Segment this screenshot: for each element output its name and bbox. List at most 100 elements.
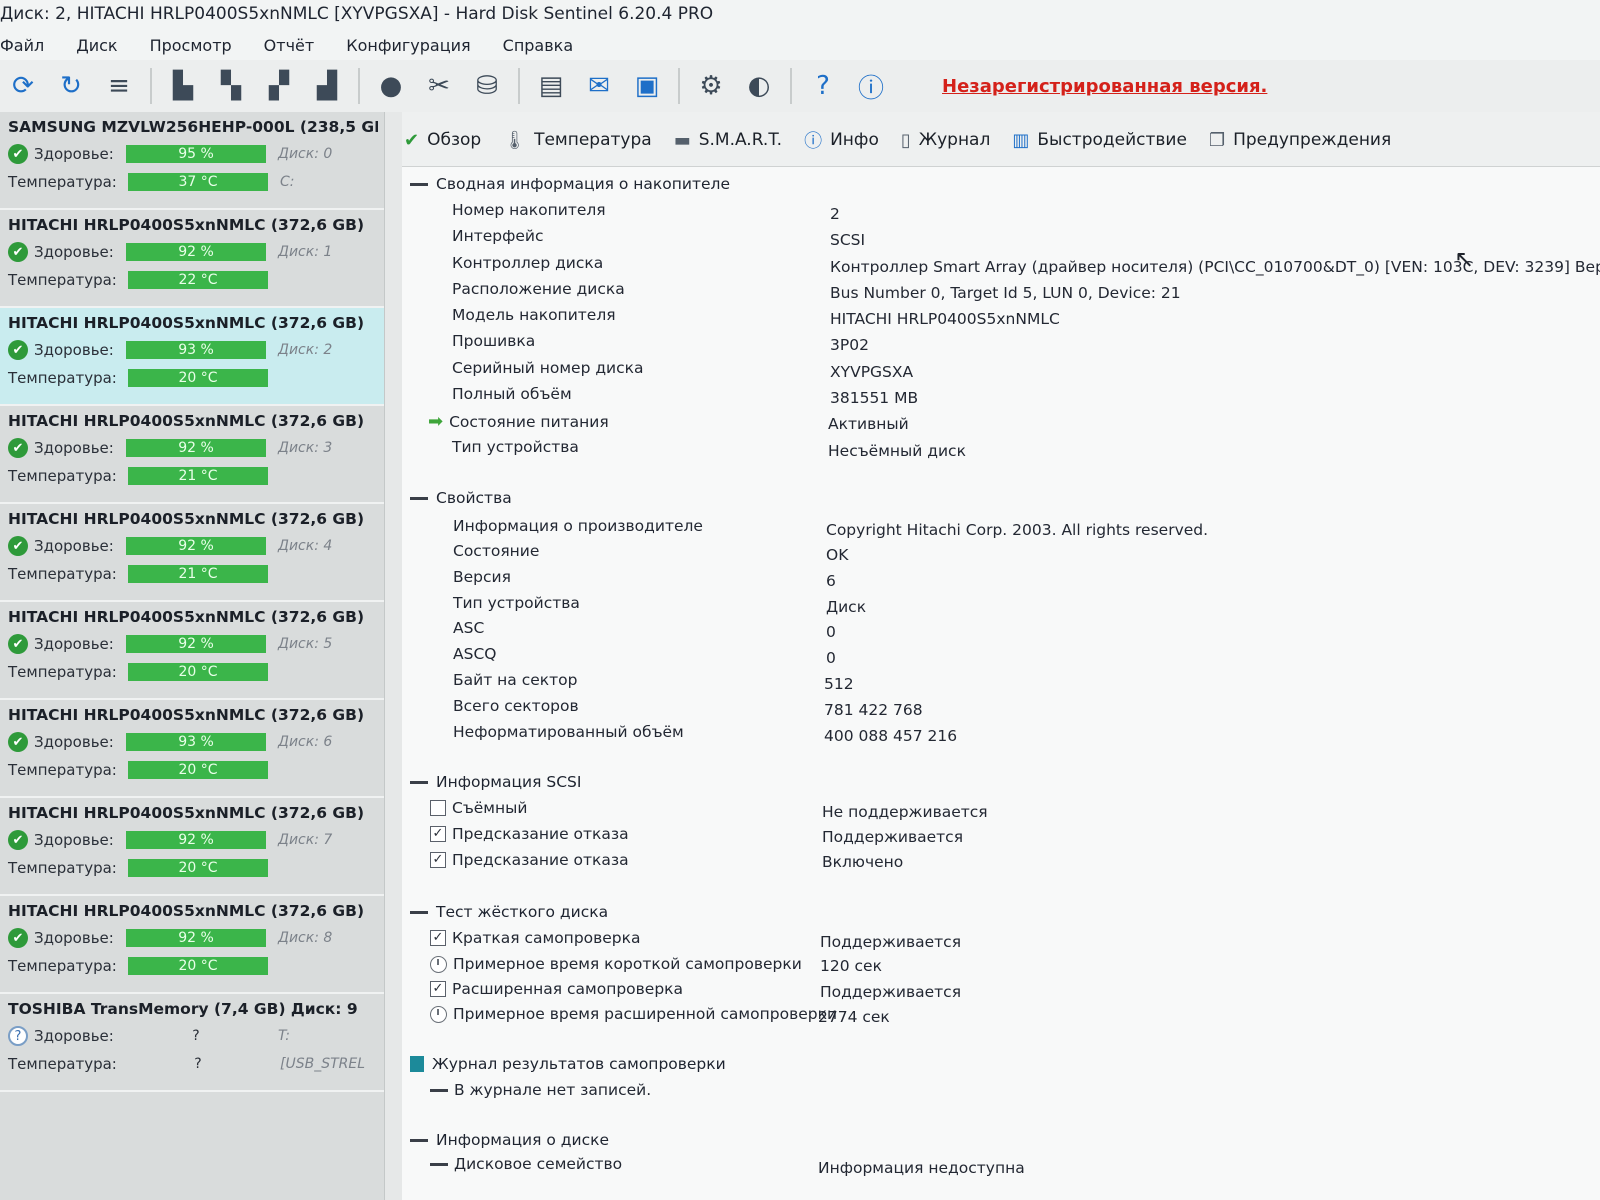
info-row-value: 3P02 — [830, 336, 869, 354]
disk-item-8[interactable]: HITACHI HRLP0400S5xnNMLC (372,6 GB) ✔ Здор… — [0, 896, 384, 994]
menu-config[interactable]: Конфигурация — [346, 36, 470, 60]
disk-test-icon[interactable]: ▚ — [214, 69, 248, 103]
info-row-value: Copyright Hitachi Corp. 2003. All rights… — [826, 521, 1209, 539]
drive-letter: [USB_STREL — [280, 1056, 366, 1072]
section-title: Информация о диске — [436, 1131, 609, 1149]
tab-overview[interactable]: ✔ Обзор — [404, 130, 481, 151]
help-icon[interactable]: ? — [806, 69, 840, 103]
panel-splitter[interactable] — [384, 112, 402, 1200]
menu-report[interactable]: Отчёт — [264, 36, 315, 60]
info-row-key: ✓ Предсказание отказа — [430, 851, 629, 869]
tab-smart[interactable]: ▬ S.M.A.R.T. — [674, 130, 782, 151]
check-icon: ✔ — [8, 536, 28, 556]
health-bar: 92 % — [126, 537, 266, 555]
collapse-icon — [410, 1138, 428, 1142]
tab-log[interactable]: ▯ Журнал — [901, 130, 990, 151]
check-icon: ✔ — [8, 928, 28, 948]
documents-icon: ❐ — [1208, 129, 1226, 151]
section-title: Сводная информация о накопителе — [436, 175, 730, 193]
refresh-all-icon[interactable]: ↻ — [54, 69, 88, 103]
temperature-bar: 22 °C — [128, 271, 268, 289]
section-disk-info[interactable]: Информация о диске — [410, 1131, 609, 1149]
alert-icon[interactable]: ◐ — [742, 69, 776, 103]
disk-item-3[interactable]: HITACHI HRLP0400S5xnNMLC (372,6 GB) ✔ Здор… — [0, 406, 384, 504]
network-icon[interactable]: ▣ — [630, 69, 664, 103]
collapse-icon — [410, 496, 428, 500]
tab-label: Инфо — [830, 130, 879, 150]
toolbar-separator — [678, 68, 680, 104]
check-icon: ✔ — [8, 634, 28, 654]
tab-performance[interactable]: ▥ Быстродействие — [1012, 130, 1187, 151]
info-icon: ⓘ — [804, 131, 823, 152]
disk-item-0[interactable]: SAMSUNG MZVLW256HEHP-000L (238,5 GB) ✔ Здо… — [0, 112, 384, 210]
check-icon: ✔ — [8, 340, 28, 360]
tools-icon[interactable]: ✂ — [422, 69, 456, 103]
disk-title: SAMSUNG MZVLW256HEHP-000L (238,5 GB) — [8, 118, 378, 136]
info-row-value: 381551 MB — [830, 389, 919, 407]
disk-item-9[interactable]: TOSHIBA TransMemory (7,4 GB) Диск: 9? Здо… — [0, 994, 384, 1092]
list-icon[interactable]: ≡ — [102, 69, 136, 103]
checkbox-checked-icon: ✓ — [430, 852, 446, 868]
mail-icon[interactable]: ✉ — [582, 69, 616, 103]
section-selftest-log[interactable]: Журнал результатов самопроверки — [410, 1055, 726, 1073]
check-icon: ✔ — [8, 242, 28, 262]
disk-title: HITACHI HRLP0400S5xnNMLC (372,6 GB) — [8, 510, 365, 528]
menu-file[interactable]: Файл — [0, 36, 44, 60]
refresh-icon[interactable]: ⟳ — [6, 69, 40, 103]
menu-help[interactable]: Справка — [503, 36, 574, 60]
section-disk-test[interactable]: Тест жёсткого диска — [410, 903, 608, 921]
menu-view[interactable]: Просмотр — [150, 36, 232, 60]
collapse-icon — [410, 910, 428, 914]
health-label: Здоровье: — [34, 831, 114, 849]
health-bar: 95 % — [126, 145, 266, 163]
disk-item-5[interactable]: HITACHI HRLP0400S5xnNMLC (372,6 GB) ✔ Здор… — [0, 602, 384, 700]
test-icon[interactable]: ▙ — [166, 69, 200, 103]
info-row-value: Контроллер Smart Array (драйвер носителя… — [830, 258, 1600, 276]
repair-icon[interactable]: ▟ — [310, 69, 344, 103]
disk-item-7[interactable]: HITACHI HRLP0400S5xnNMLC (372,6 GB) ✔ Здор… — [0, 798, 384, 896]
temperature-label: Температура: — [8, 271, 117, 289]
unregistered-link[interactable]: Незарегистрированная версия. — [942, 76, 1267, 97]
arrow-right-icon: ➡ — [428, 411, 444, 432]
report-icon[interactable]: ▤ — [534, 69, 568, 103]
disk-item-2[interactable]: HITACHI HRLP0400S5xnNMLC (372,6 GB) ✔ Здор… — [0, 308, 384, 406]
info-row-key: Всего секторов — [453, 697, 579, 715]
disk-title: HITACHI HRLP0400S5xnNMLC (372,6 GB) — [8, 314, 365, 332]
info-row-value: 400 088 457 216 — [824, 727, 958, 745]
info-row-key: Дисковое семейство — [430, 1155, 622, 1173]
tab-label: Быстродействие — [1037, 130, 1187, 150]
tab-temperature[interactable]: 🌡 Температура — [503, 130, 651, 151]
toolbar: ⟳ ↻ ≡ ▙ ▚ ▞ ▟ ● ✂ ⛁ ▤ ✉ ▣ ⚙ ◐ ? ⓘ Незаре… — [0, 60, 1600, 112]
settings-icon[interactable]: ⚙ — [694, 69, 728, 103]
temperature-bar: 20 °C — [128, 369, 268, 387]
menu-disk[interactable]: Диск — [76, 36, 117, 60]
info-row-key: Номер накопителя — [452, 201, 606, 219]
health-bar: 92 % — [126, 831, 266, 849]
section-summary[interactable]: Сводная информация о накопителе — [410, 175, 730, 193]
temperature-label: Температура: — [8, 369, 117, 387]
temperature-bar: 20 °C — [128, 957, 268, 975]
health-label: Здоровье: — [34, 439, 114, 457]
section-scsi[interactable]: Информация SCSI — [410, 773, 581, 791]
disk-item-6[interactable]: HITACHI HRLP0400S5xnNMLC (372,6 GB) ✔ Здор… — [0, 700, 384, 798]
toolbar-separator — [358, 68, 360, 104]
info-row-value: Диск — [826, 598, 867, 616]
info-row-value: SCSI — [830, 231, 866, 249]
section-title: Тест жёсткого диска — [436, 903, 609, 921]
surface-test-icon[interactable]: ▞ — [262, 69, 296, 103]
tab-label: Температура — [534, 130, 652, 150]
backup-icon[interactable]: ⛁ — [470, 69, 504, 103]
info-icon[interactable]: ⓘ — [854, 69, 888, 104]
chart-icon: ▥ — [1012, 129, 1030, 151]
temperature-label: Температура: — [8, 761, 117, 779]
disk-item-1[interactable]: HITACHI HRLP0400S5xnNMLC (372,6 GB) ✔ Здор… — [0, 210, 384, 308]
section-properties[interactable]: Свойства — [410, 489, 512, 507]
disk-item-4[interactable]: HITACHI HRLP0400S5xnNMLC (372,6 GB) ✔ Здор… — [0, 504, 384, 602]
info-row-key: ✓ Краткая самопроверка — [430, 929, 641, 947]
drive-icon[interactable]: ● — [374, 69, 408, 103]
document-icon: ▯ — [900, 129, 911, 151]
tab-warnings[interactable]: ❐ Предупреждения — [1209, 130, 1391, 151]
health-label: Здоровье: — [34, 145, 114, 163]
tab-info[interactable]: ⓘ Инфо — [804, 127, 879, 153]
health-bar: 92 % — [126, 635, 266, 653]
